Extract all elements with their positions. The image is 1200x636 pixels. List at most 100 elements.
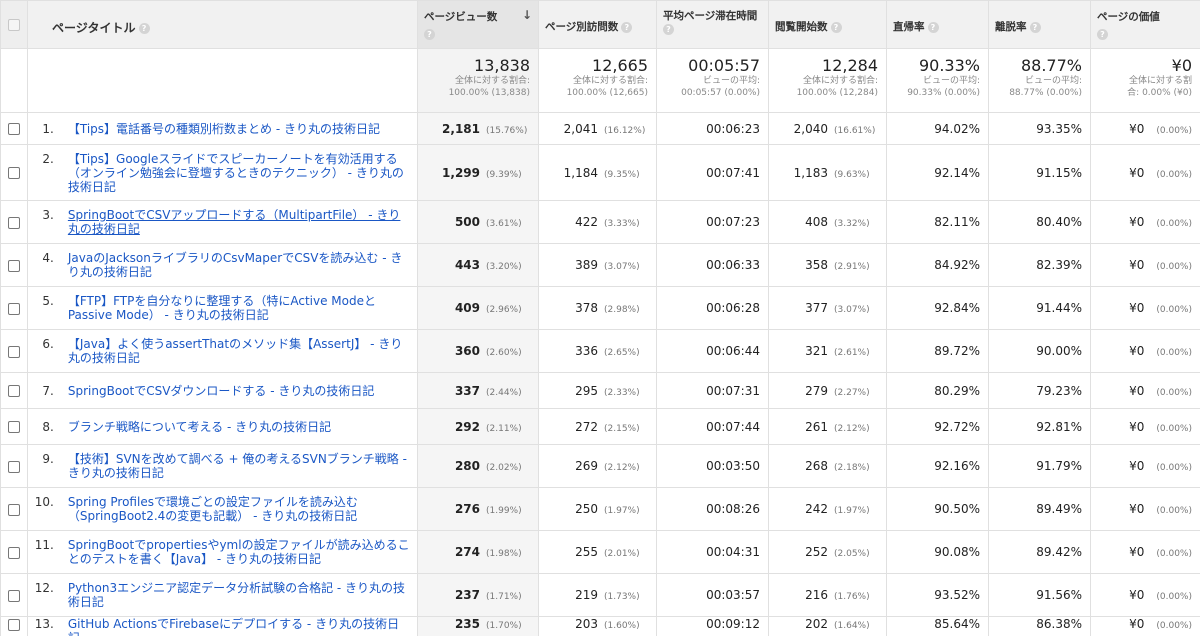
row-checkbox[interactable] xyxy=(8,546,20,559)
page-title-link[interactable]: 【Tips】電話番号の種類別桁数まとめ - きり丸の技術日記 xyxy=(68,122,411,136)
help-icon[interactable]: ? xyxy=(927,21,939,33)
entrances-cell: 279 (2.27%) xyxy=(768,372,887,409)
row-checkbox[interactable] xyxy=(8,589,20,602)
row-checkbox[interactable] xyxy=(8,618,20,631)
help-icon[interactable]: ? xyxy=(138,23,150,34)
header-page-title[interactable]: ページタイトル? xyxy=(27,0,418,49)
page-title-link[interactable]: 【FTP】FTPを自分なりに整理する（特にActive ModeとPassive… xyxy=(68,294,411,322)
avg-time-value: 00:06:33 xyxy=(706,258,760,272)
header-bounce-rate-label: 直帰率 xyxy=(893,21,925,33)
table-row: 2. 【Tips】Googleスライドでスピーカーノートを有効活用する（オンライン… xyxy=(0,144,1200,201)
header-bounce-rate[interactable]: 直帰率? xyxy=(886,0,989,49)
exit-rate-value: 80.40% xyxy=(1036,215,1082,229)
page-title-link[interactable]: Spring Profilesで環境ごとの設定ファイルを読み込む（SpringB… xyxy=(68,495,411,523)
page-title-cell: 7. SpringBootでCSVダウンロードする - きり丸の技術日記 xyxy=(27,372,418,409)
entrances-cell: 268 (2.18%) xyxy=(768,444,887,488)
avg-time-cell: 00:06:33 xyxy=(656,243,769,287)
row-checkbox[interactable] xyxy=(8,385,20,397)
entrances-cell: 377 (3.07%) xyxy=(768,286,887,330)
avg-time-value: 00:03:50 xyxy=(706,459,760,473)
summary-sub: 100.00% (12,284) xyxy=(796,88,878,98)
page-title-link[interactable]: JavaのJacksonライブラリのCsvMaperでCSVを読み込む - きり… xyxy=(68,251,411,279)
unique-pageviews-percent: (2.98%) xyxy=(604,305,640,315)
pageviews-cell: 292 (2.11%) xyxy=(417,408,539,445)
row-select-cell xyxy=(0,487,28,531)
page-value-cell: ¥0 (0.00%) xyxy=(1090,286,1200,330)
header-page-value[interactable]: ページの価値? xyxy=(1090,0,1200,49)
row-checkbox[interactable] xyxy=(8,345,20,358)
unique-pageviews-cell: 203 (1.60%) xyxy=(538,616,657,636)
pageviews-value: 235 xyxy=(454,617,480,631)
entrances-value: 202 xyxy=(805,617,828,631)
unique-pageviews-value: 2,041 xyxy=(563,121,598,136)
page-title-cell: 8. ブランチ戦略について考える - きり丸の技術日記 xyxy=(27,408,418,445)
row-rank: 11. xyxy=(34,538,54,552)
select-all-checkbox[interactable] xyxy=(8,19,20,31)
pageviews-cell: 2,181 (15.76%) xyxy=(417,112,539,145)
page-title-link[interactable]: SpringBootでpropertiesやymlの設定ファイルが読み込めること… xyxy=(68,538,411,566)
header-entrances[interactable]: 閲覧開始数? xyxy=(768,0,887,49)
row-checkbox[interactable] xyxy=(8,421,20,433)
page-title-link[interactable]: 【Java】よく使うassertThatのメソッド集【AssertJ】 - きり… xyxy=(68,337,411,365)
entrances-value: 268 xyxy=(805,459,828,473)
pageviews-cell: 1,299 (9.39%) xyxy=(417,144,539,201)
exit-rate-value: 79.23% xyxy=(1036,383,1082,398)
unique-pageviews-cell: 336 (2.65%) xyxy=(538,329,657,373)
avg-time-value: 00:06:28 xyxy=(706,301,760,315)
row-checkbox[interactable] xyxy=(8,216,20,229)
page-value-value: ¥0 xyxy=(1129,121,1145,136)
row-rank: 2. xyxy=(42,151,54,166)
entrances-value: 2,040 xyxy=(793,121,828,136)
row-select-cell xyxy=(0,408,28,445)
unique-pageviews-cell: 269 (2.12%) xyxy=(538,444,657,488)
row-checkbox[interactable] xyxy=(8,167,20,179)
header-exit-rate[interactable]: 離脱率? xyxy=(988,0,1091,49)
help-icon[interactable]: ? xyxy=(424,28,435,40)
page-title-link[interactable]: ブランチ戦略について考える - きり丸の技術日記 xyxy=(68,420,411,434)
help-icon[interactable]: ? xyxy=(663,23,674,35)
page-title-link[interactable]: SpringBootでCSVダウンロードする - きり丸の技術日記 xyxy=(68,384,411,398)
page-title-link[interactable]: 【技術】SVNを改めて調べる + 俺の考えるSVNブランチ戦略 - きり丸の技術… xyxy=(68,452,411,480)
entrances-percent: (2.61%) xyxy=(834,348,870,358)
row-checkbox[interactable] xyxy=(8,302,20,315)
unique-pageviews-value: 336 xyxy=(575,344,598,358)
row-checkbox[interactable] xyxy=(8,259,20,272)
header-pageviews[interactable]: ページビュー数 ↓? xyxy=(417,0,539,49)
header-unique-pageviews[interactable]: ページ別訪問数? xyxy=(538,0,657,49)
summary-sub: 全体に対する割合: xyxy=(802,76,878,86)
summary-value: ¥0 xyxy=(1171,56,1192,75)
help-icon[interactable]: ? xyxy=(1029,21,1041,33)
page-title-link[interactable]: 【Tips】Googleスライドでスピーカーノートを有効活用する（オンライン勉強… xyxy=(68,152,411,194)
avg-time-cell: 00:06:44 xyxy=(656,329,769,373)
help-icon[interactable]: ? xyxy=(621,21,633,33)
help-icon[interactable]: ? xyxy=(1097,28,1108,40)
unique-pageviews-cell: 422 (3.33%) xyxy=(538,200,657,244)
header-avg-time[interactable]: 平均ページ滞在時間? xyxy=(656,0,769,49)
summary-sub: 00:05:57 (0.00%) xyxy=(681,88,760,98)
page-title-link[interactable]: GitHub ActionsでFirebaseにデプロイする - きり丸の技術日… xyxy=(68,617,411,636)
row-checkbox[interactable] xyxy=(8,123,20,135)
summary-value: 12,284 xyxy=(822,56,878,75)
unique-pageviews-percent: (16.12%) xyxy=(604,125,646,136)
row-checkbox[interactable] xyxy=(8,503,20,516)
unique-pageviews-value: 219 xyxy=(575,588,598,602)
entrances-cell: 242 (1.97%) xyxy=(768,487,887,531)
page-title-link[interactable]: Python3エンジニア認定データ分析試験の合格記 - きり丸の技術日記 xyxy=(68,581,411,609)
page-title-link[interactable]: SpringBootでCSVアップロードする（MultipartFile） - … xyxy=(68,208,411,236)
entrances-percent: (3.07%) xyxy=(834,305,870,315)
pageviews-value: 280 xyxy=(454,459,480,473)
bounce-rate-value: 92.84% xyxy=(934,301,980,315)
page-value-percent: (0.00%) xyxy=(1156,423,1192,434)
help-icon[interactable]: ? xyxy=(830,21,842,33)
page-value-cell: ¥0 (0.00%) xyxy=(1090,444,1200,488)
page-value-cell: ¥0 (0.00%) xyxy=(1090,372,1200,409)
page-value-value: ¥0 xyxy=(1129,215,1145,229)
page-value-percent: (0.00%) xyxy=(1156,592,1192,602)
entrances-value: 408 xyxy=(805,215,828,229)
page-title-cell: 3. SpringBootでCSVアップロードする（MultipartFile） … xyxy=(27,200,418,244)
row-rank: 4. xyxy=(42,251,54,265)
sort-descending-icon[interactable]: ↓ xyxy=(522,8,532,22)
row-checkbox[interactable] xyxy=(8,460,20,473)
unique-pageviews-percent: (9.35%) xyxy=(604,169,640,180)
page-value-value: ¥0 xyxy=(1129,545,1145,559)
